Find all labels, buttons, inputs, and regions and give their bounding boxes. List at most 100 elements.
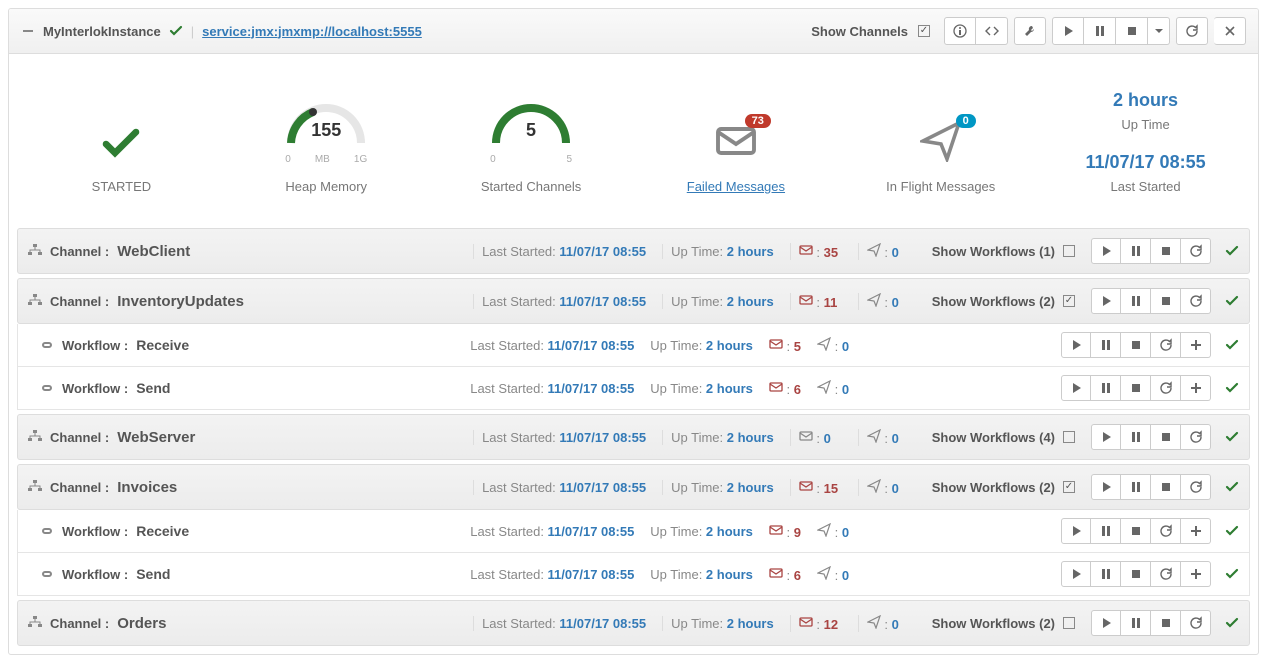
refresh-button[interactable] xyxy=(1151,332,1181,358)
refresh-button[interactable] xyxy=(1181,424,1211,450)
channel-name[interactable]: WebClient xyxy=(117,243,190,260)
workflow-failed-count: 6 xyxy=(794,382,801,397)
channel-failed-count: 12 xyxy=(824,617,838,632)
play-button[interactable] xyxy=(1091,474,1121,500)
play-button[interactable] xyxy=(1091,424,1121,450)
envelope-icon xyxy=(769,337,783,351)
play-button[interactable] xyxy=(1091,610,1121,636)
paper-plane-icon xyxy=(867,293,881,307)
adapter-panel: MyInterlokInstance | service:jmx:jmxmp:/… xyxy=(8,8,1259,655)
play-button[interactable] xyxy=(1061,561,1091,587)
stop-button[interactable] xyxy=(1121,518,1151,544)
stop-button[interactable] xyxy=(1151,610,1181,636)
stop-button[interactable] xyxy=(1151,474,1181,500)
pause-button[interactable] xyxy=(1121,288,1151,314)
workflow-row: Workflow : SendLast Started: 11/07/17 08… xyxy=(17,367,1250,410)
collapse-icon[interactable] xyxy=(21,24,35,38)
add-button[interactable] xyxy=(1181,518,1211,544)
instance-name: MyInterlokInstance xyxy=(43,24,161,39)
channel-row: Channel : InvoicesLast Started: 11/07/17… xyxy=(17,464,1250,510)
channel-last-started: 11/07/17 08:55 xyxy=(559,480,646,495)
refresh-button[interactable] xyxy=(1181,238,1211,264)
play-button[interactable] xyxy=(1052,17,1084,45)
status-check-icon xyxy=(1225,294,1239,308)
channel-inflight-count: 0 xyxy=(892,245,899,260)
channel-failed-count: 35 xyxy=(824,245,838,260)
info-button[interactable] xyxy=(944,17,976,45)
play-button[interactable] xyxy=(1061,332,1091,358)
stop-button[interactable] xyxy=(1116,17,1148,45)
status-check-icon xyxy=(1225,338,1239,352)
stop-button[interactable] xyxy=(1121,332,1151,358)
show-workflows-checkbox[interactable] xyxy=(1063,431,1075,443)
show-workflows-checkbox[interactable] xyxy=(1063,245,1075,257)
channel-label: Channel : xyxy=(50,244,109,259)
show-workflows-checkbox[interactable] xyxy=(1063,295,1075,307)
workflow-row: Workflow : SendLast Started: 11/07/17 08… xyxy=(17,553,1250,596)
channel-name[interactable]: Orders xyxy=(117,615,166,632)
channel-list: Channel : WebClientLast Started: 11/07/1… xyxy=(9,228,1258,646)
pause-button[interactable] xyxy=(1121,610,1151,636)
wrench-button[interactable] xyxy=(1014,17,1046,45)
channel-last-started: 11/07/17 08:55 xyxy=(559,294,646,309)
close-button[interactable] xyxy=(1214,17,1246,45)
status-check-icon xyxy=(1225,524,1239,538)
refresh-button[interactable] xyxy=(1151,518,1181,544)
jmx-url-link[interactable]: service:jmx:jmxmp://localhost:5555 xyxy=(202,24,422,39)
channel-row: Channel : InventoryUpdatesLast Started: … xyxy=(17,278,1250,324)
workflow-label: Workflow : xyxy=(62,567,128,582)
show-workflows-checkbox[interactable] xyxy=(1063,617,1075,629)
stop-button[interactable] xyxy=(1151,238,1181,264)
failed-messages-widget[interactable]: 73 Failed Messages xyxy=(633,74,838,194)
workflow-name[interactable]: Send xyxy=(136,566,170,582)
envelope-icon xyxy=(769,523,783,537)
workflow-name[interactable]: Send xyxy=(136,380,170,396)
pause-button[interactable] xyxy=(1091,375,1121,401)
workflow-name[interactable]: Receive xyxy=(136,523,189,539)
channel-name[interactable]: WebServer xyxy=(117,429,195,446)
channel-name[interactable]: Invoices xyxy=(117,479,177,496)
channel-row: Channel : OrdersLast Started: 11/07/17 0… xyxy=(17,600,1250,646)
refresh-button[interactable] xyxy=(1181,474,1211,500)
refresh-button[interactable] xyxy=(1181,610,1211,636)
add-button[interactable] xyxy=(1181,561,1211,587)
pause-button[interactable] xyxy=(1121,238,1151,264)
status-value: STARTED xyxy=(92,179,151,194)
refresh-button[interactable] xyxy=(1181,288,1211,314)
stop-button[interactable] xyxy=(1151,424,1181,450)
failed-messages-link[interactable]: Failed Messages xyxy=(687,179,785,194)
channel-name[interactable]: InventoryUpdates xyxy=(117,293,244,310)
show-workflows-label: Show Workflows (2) xyxy=(932,480,1055,495)
play-button[interactable] xyxy=(1061,518,1091,544)
channel-failed-count: 15 xyxy=(824,481,838,496)
channel-inflight-count: 0 xyxy=(892,431,899,446)
stop-button[interactable] xyxy=(1151,288,1181,314)
refresh-button[interactable] xyxy=(1151,375,1181,401)
pause-button[interactable] xyxy=(1091,518,1121,544)
play-button[interactable] xyxy=(1091,288,1121,314)
stop-button[interactable] xyxy=(1121,561,1151,587)
show-workflows-label: Show Workflows (2) xyxy=(932,616,1055,631)
stop-button[interactable] xyxy=(1121,375,1151,401)
stop-menu-button[interactable] xyxy=(1148,17,1170,45)
heap-widget: 155 0MB1G Heap Memory xyxy=(224,74,429,194)
pause-button[interactable] xyxy=(1121,424,1151,450)
status-check-icon xyxy=(1225,430,1239,444)
pause-button[interactable] xyxy=(1091,561,1121,587)
status-check-icon xyxy=(1225,616,1239,630)
refresh-button[interactable] xyxy=(1151,561,1181,587)
workflow-failed-count: 9 xyxy=(794,525,801,540)
code-button[interactable] xyxy=(976,17,1008,45)
pause-button[interactable] xyxy=(1091,332,1121,358)
refresh-button[interactable] xyxy=(1176,17,1208,45)
workflow-name[interactable]: Receive xyxy=(136,337,189,353)
pause-button[interactable] xyxy=(1084,17,1116,45)
add-button[interactable] xyxy=(1181,375,1211,401)
pause-button[interactable] xyxy=(1121,474,1151,500)
add-button[interactable] xyxy=(1181,332,1211,358)
show-workflows-checkbox[interactable] xyxy=(1063,481,1075,493)
workflow-label: Workflow : xyxy=(62,338,128,353)
play-button[interactable] xyxy=(1091,238,1121,264)
play-button[interactable] xyxy=(1061,375,1091,401)
show-channels-checkbox[interactable] xyxy=(918,25,930,37)
